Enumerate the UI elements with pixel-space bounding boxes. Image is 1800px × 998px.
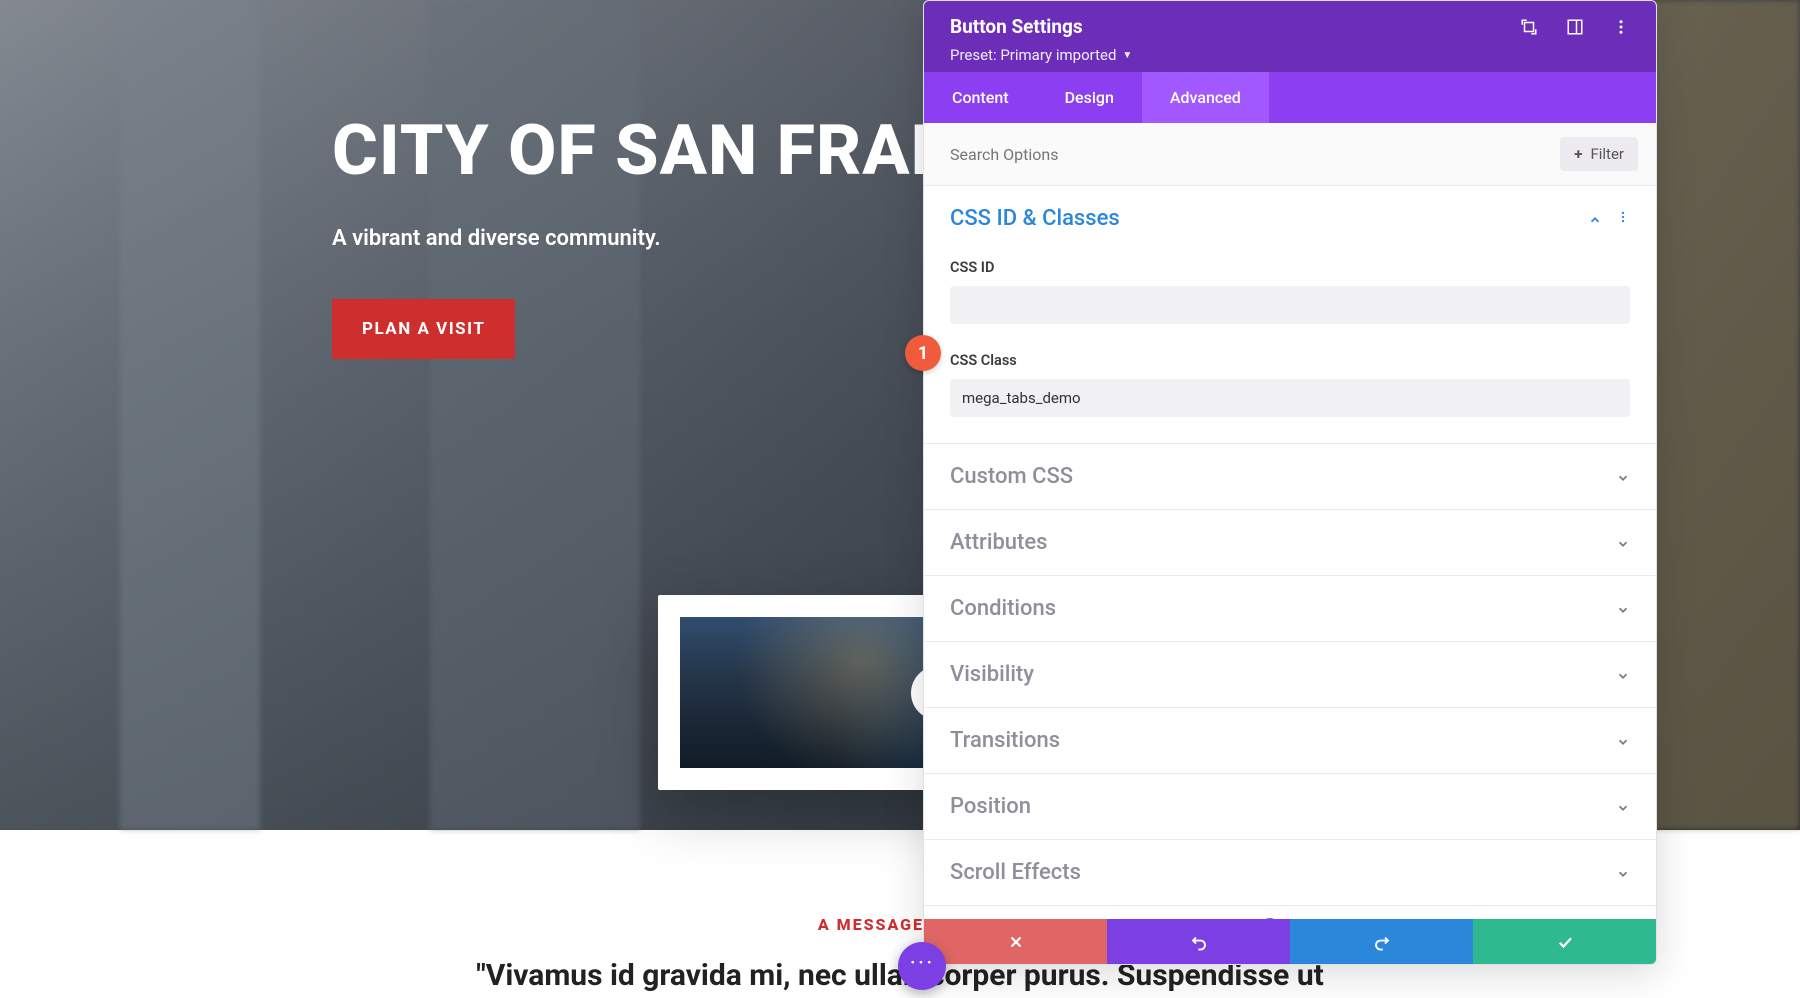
chevron-down-icon[interactable]	[1616, 536, 1630, 550]
preset-dropdown[interactable]: Preset: Primary imported ▼	[950, 46, 1132, 64]
section-title: Visibility	[950, 662, 1034, 687]
redo-button[interactable]	[1290, 919, 1473, 964]
preset-label: Preset: Primary imported	[950, 46, 1116, 64]
section-more-icon[interactable]	[1616, 210, 1630, 228]
help-link[interactable]: ? Help	[924, 906, 1656, 919]
section-attributes: Attributes	[924, 510, 1656, 576]
section-head-custom-css[interactable]: Custom CSS	[924, 444, 1656, 509]
section-custom-css: Custom CSS	[924, 444, 1656, 510]
section-conditions: Conditions	[924, 576, 1656, 642]
search-input[interactable]	[950, 145, 1560, 164]
section-css-id-classes: CSS ID & Classes CSS ID CSS Class	[924, 186, 1656, 444]
section-title: Position	[950, 794, 1031, 819]
chevron-down-icon[interactable]	[1616, 470, 1630, 484]
panel-layout-icon[interactable]	[1566, 18, 1584, 36]
cancel-button[interactable]	[924, 919, 1107, 964]
section-head-attributes[interactable]: Attributes	[924, 510, 1656, 575]
filter-button[interactable]: + Filter	[1560, 137, 1638, 171]
filter-label: Filter	[1590, 145, 1624, 163]
more-icon[interactable]	[1612, 18, 1630, 36]
section-head-conditions[interactable]: Conditions	[924, 576, 1656, 641]
section-visibility: Visibility	[924, 642, 1656, 708]
panel-tabs: Content Design Advanced	[924, 72, 1656, 123]
chevron-down-icon[interactable]	[1616, 602, 1630, 616]
chevron-down-icon[interactable]	[1616, 668, 1630, 682]
section-title: Attributes	[950, 530, 1047, 555]
caret-down-icon: ▼	[1122, 50, 1132, 61]
chevron-down-icon[interactable]	[1616, 800, 1630, 814]
panel-header[interactable]: Button Settings Preset: Primary imported…	[924, 1, 1656, 72]
ellipsis-icon: ···	[910, 949, 935, 977]
css-class-label: CSS Class	[950, 352, 1630, 369]
panel-footer	[924, 919, 1656, 964]
annotation-number: 1	[918, 343, 928, 364]
css-id-label: CSS ID	[950, 259, 1630, 276]
plan-a-visit-button[interactable]: PLAN A VISIT	[332, 299, 515, 359]
section-body-css-id-classes: CSS ID CSS Class	[924, 259, 1656, 443]
section-transitions: Transitions	[924, 708, 1656, 774]
plus-icon: +	[1574, 145, 1582, 163]
section-title: Transitions	[950, 728, 1060, 753]
section-position: Position	[924, 774, 1656, 840]
tab-content[interactable]: Content	[924, 72, 1037, 123]
section-head-visibility[interactable]: Visibility	[924, 642, 1656, 707]
section-head-scroll-effects[interactable]: Scroll Effects	[924, 840, 1656, 905]
expand-icon[interactable]	[1520, 18, 1538, 36]
panel-title: Button Settings	[950, 15, 1083, 38]
search-row: + Filter	[924, 123, 1656, 186]
chevron-down-icon[interactable]	[1616, 866, 1630, 880]
panel-body: + Filter CSS ID & Classes	[924, 123, 1656, 919]
builder-fab[interactable]: ···	[898, 942, 946, 990]
chevron-up-icon[interactable]	[1588, 212, 1602, 226]
section-head-position[interactable]: Position	[924, 774, 1656, 839]
section-scroll-effects: Scroll Effects	[924, 840, 1656, 906]
section-head-css-id-classes[interactable]: CSS ID & Classes	[924, 186, 1656, 251]
css-class-input[interactable]	[950, 379, 1630, 417]
annotation-badge-1: 1	[905, 335, 941, 371]
tab-advanced[interactable]: Advanced	[1142, 72, 1269, 123]
section-head-transitions[interactable]: Transitions	[924, 708, 1656, 773]
chevron-down-icon[interactable]	[1616, 734, 1630, 748]
tab-design[interactable]: Design	[1037, 72, 1142, 123]
undo-button[interactable]	[1107, 919, 1290, 964]
css-id-input[interactable]	[950, 286, 1630, 324]
section-title: Scroll Effects	[950, 860, 1081, 885]
button-settings-panel: Button Settings Preset: Primary imported…	[923, 0, 1657, 965]
section-title: Custom CSS	[950, 464, 1073, 489]
section-title: CSS ID & Classes	[950, 206, 1120, 231]
section-title: Conditions	[950, 596, 1056, 621]
save-button[interactable]	[1473, 919, 1656, 964]
